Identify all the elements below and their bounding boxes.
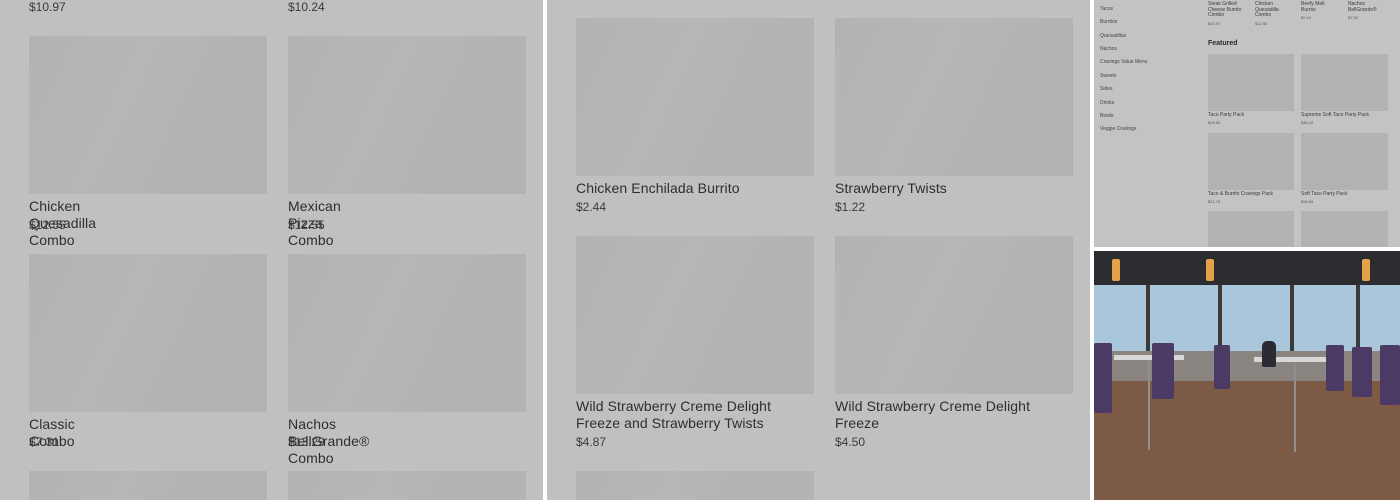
photo-windows [1094,285,1400,351]
sidebar-item-nachos[interactable]: Nachos [1100,46,1117,52]
sidebar-item-drinks[interactable]: Drinks [1100,100,1114,106]
mini-item-title[interactable]: Steak Grilled Cheese Burrito Combo [1208,1,1248,19]
item-title[interactable]: Chicken Enchilada Burrito [576,180,806,197]
mini-item-title[interactable]: Nachos BellGrande® [1348,1,1388,13]
mini-item-price: $26.83 [1301,199,1314,204]
item-image[interactable] [576,18,814,176]
item-price: $4.87 [576,435,607,449]
mini-item-price: $26.83 [1208,120,1221,125]
pendant-lamp [1362,259,1370,281]
mini-item-price: $2.44 [1301,15,1312,20]
sidebar-item-sweets[interactable]: Sweets [1100,73,1116,79]
mini-item-price: $12.55 [1255,21,1268,26]
window-frame [1290,285,1294,351]
window-frame [1356,285,1360,351]
item-price: $13.29 [288,435,325,449]
section-title-featured: Featured [1208,40,1238,47]
mini-item-title[interactable]: Beefy Melt Burrito [1301,1,1337,13]
mini-item-title[interactable]: Chicken Quesadilla Combo [1255,1,1293,19]
mini-item-price: $21.78 [1208,199,1221,204]
bar-chair [1352,347,1372,397]
window-frame [1218,285,1222,351]
mini-item-price: $10.97 [1208,21,1221,26]
mini-item-image[interactable] [1301,133,1388,190]
bar-chair [1326,345,1344,391]
mini-item-image[interactable] [1208,211,1294,247]
item-image[interactable] [835,236,1073,394]
mini-item-title[interactable]: Soft Taco Party Pack [1301,191,1347,198]
item-image[interactable] [835,18,1073,176]
sidebar-item-tacos[interactable]: Tacos [1100,6,1113,12]
mini-item-image[interactable] [1301,211,1388,247]
item-title[interactable]: Wild Strawberry Creme Delight Freeze [835,398,1065,432]
pendant-lamp [1206,259,1214,281]
item-image[interactable] [29,471,267,500]
menu-panel-combos: $10.97 $10.24 Chicken Quesadilla Combo $… [0,0,543,500]
mini-item-price: $36.42 [1301,120,1314,125]
item-price: $1.22 [835,200,866,214]
item-image[interactable] [288,254,526,412]
pendant-lamp [1112,259,1120,281]
item-image[interactable] [576,471,814,500]
item-image[interactable] [576,236,814,394]
item-image[interactable] [29,254,267,412]
mini-item-image[interactable] [1208,133,1294,190]
mini-item-title[interactable]: Supreme Soft Taco Party Pack [1301,112,1369,119]
item-price: $10.24 [288,0,325,14]
bar-chair [1380,345,1400,405]
mini-item-title[interactable]: Taco & Burrito Cravings Pack [1208,191,1273,198]
sidebar-item-burritos[interactable]: Burritos [1100,19,1117,25]
window-frame [1146,285,1150,351]
mini-item-image[interactable] [1208,54,1294,111]
table-leg [1148,360,1150,450]
table-leg [1294,362,1296,452]
mini-item-price: $7.92 [1348,15,1359,20]
item-price: $10.97 [29,0,66,14]
item-title[interactable]: Wild Strawberry Creme Delight Freeze and… [576,398,806,432]
menu-overview-panel: Tacos Burritos Quesadillas Nachos Cravin… [1094,0,1400,247]
sidebar-item-bowls[interactable]: Bowls [1100,113,1113,119]
restaurant-interior-photo [1094,251,1400,500]
item-image[interactable] [288,471,526,500]
item-price: $12.55 [288,218,325,232]
item-image[interactable] [288,36,526,194]
item-image[interactable] [29,36,267,194]
item-price: $7.31 [29,435,60,449]
sidebar-item-cravings-value-menu[interactable]: Cravings Value Menu [1100,59,1147,65]
bar-chair [1152,343,1174,399]
mini-item-title[interactable]: Taco Party Pack [1208,112,1244,119]
seated-person [1262,341,1276,367]
item-price: $4.50 [835,435,866,449]
item-title[interactable]: Strawberry Twists [835,180,1065,197]
photo-floor [1094,381,1400,500]
bar-chair [1094,343,1112,413]
menu-panel-sweets: Chicken Enchilada Burrito $2.44 Strawber… [547,0,1090,500]
sidebar-item-sides[interactable]: Sides [1100,86,1113,92]
sidebar-item-quesadillas[interactable]: Quesadillas [1100,33,1126,39]
sidebar-item-veggie-cravings[interactable]: Veggie Cravings [1100,126,1136,132]
bar-chair [1214,345,1230,389]
item-price: $12.55 [29,218,66,232]
mini-item-image[interactable] [1301,54,1388,111]
item-price: $2.44 [576,200,607,214]
